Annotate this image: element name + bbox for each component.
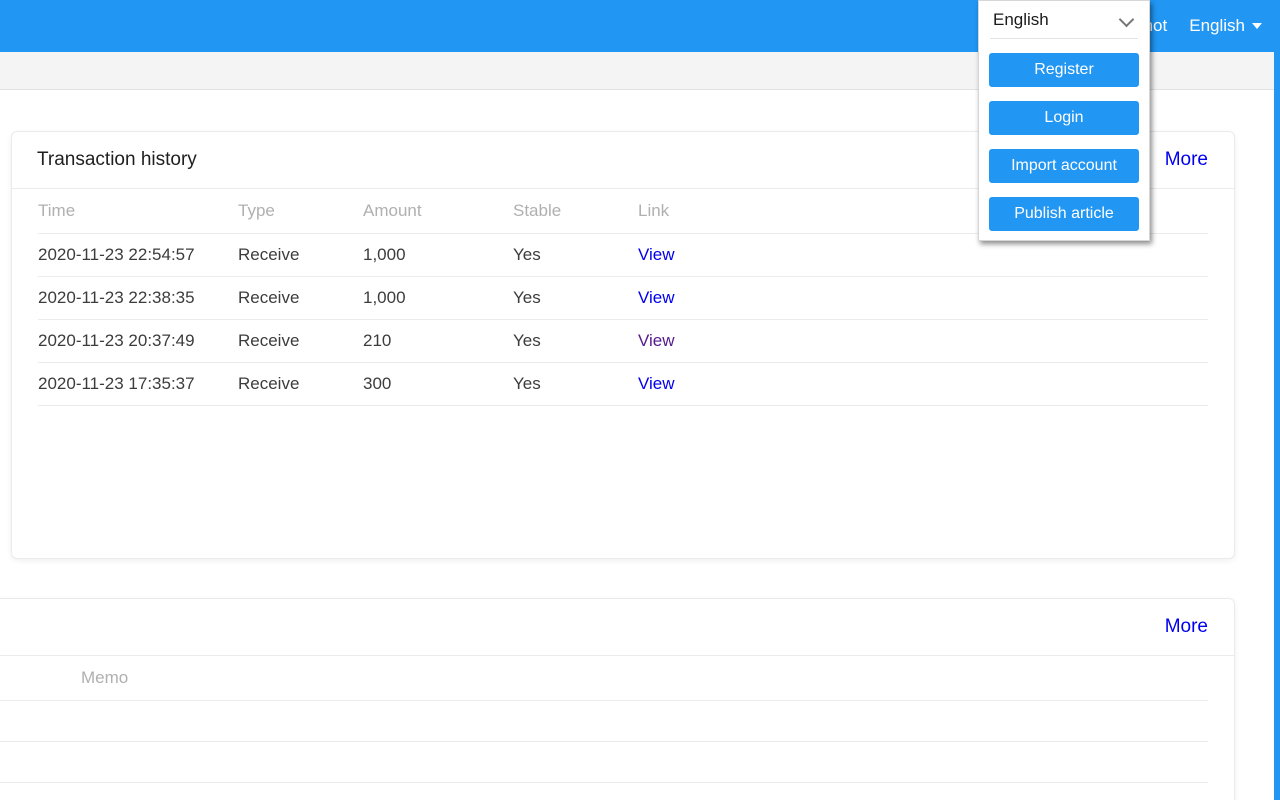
register-button[interactable]: Register <box>989 53 1139 87</box>
cell-stable: Yes <box>513 233 638 277</box>
cell-link: View <box>638 276 763 320</box>
import-account-button[interactable]: Import account <box>989 149 1139 183</box>
caret-down-icon <box>1252 23 1262 29</box>
cell-type: Receive <box>238 233 363 277</box>
column-header-stable: Stable <box>513 189 638 234</box>
language-menu-label: English <box>1189 16 1245 35</box>
publish-article-button[interactable]: Publish article <box>989 197 1139 231</box>
cell-time: 2020-11-23 20:37:49 <box>38 319 238 363</box>
memo-card-header: More <box>0 599 1234 656</box>
cell-time: 2020-11-23 22:54:57 <box>38 233 238 277</box>
view-link[interactable]: View <box>638 245 675 264</box>
table-row <box>0 741 1208 783</box>
memo-table-body <box>0 700 1208 783</box>
cell-amount: 1,000 <box>363 276 513 320</box>
column-header-type: Type <box>238 189 363 234</box>
login-button[interactable]: Login <box>989 101 1139 135</box>
cell-type: Receive <box>238 319 363 363</box>
cell-amount: 210 <box>363 319 513 363</box>
column-header-link: Link <box>638 189 763 234</box>
scrollbar-thumb[interactable] <box>1274 0 1280 800</box>
memo-table-header-row: Memo <box>0 656 1208 701</box>
language-select-wrapper: English <box>990 1 1138 39</box>
account-dropdown-popover: English Register Login Import account Pu… <box>978 0 1150 241</box>
transaction-more-link[interactable]: More <box>1165 149 1208 171</box>
cell-type: Receive <box>238 362 363 406</box>
cell-memo <box>81 741 1208 783</box>
cell-link: View <box>638 362 763 406</box>
cell-amount: 1,000 <box>363 233 513 277</box>
cell-blank <box>0 741 81 783</box>
column-header-amount: Amount <box>363 189 513 234</box>
column-header-blank <box>0 656 81 701</box>
page-title: Transaction history <box>37 149 197 170</box>
cell-blank <box>0 700 81 742</box>
memo-more-link[interactable]: More <box>1165 616 1208 638</box>
language-select[interactable]: English <box>990 1 1138 37</box>
cell-amount: 300 <box>363 362 513 406</box>
cell-memo <box>81 700 1208 742</box>
table-row: 2020-11-23 22:38:35 Receive 1,000 Yes Vi… <box>38 276 1208 320</box>
app-root: donot English Transaction history More <box>0 0 1280 800</box>
cell-type: Receive <box>238 276 363 320</box>
cell-spacer <box>763 319 1208 363</box>
table-row <box>0 700 1208 742</box>
view-link[interactable]: View <box>638 288 675 307</box>
cell-stable: Yes <box>513 276 638 320</box>
language-menu-toggle[interactable]: English <box>1189 16 1262 36</box>
cell-time: 2020-11-23 17:35:37 <box>38 362 238 406</box>
view-link[interactable]: View <box>638 331 675 350</box>
cell-stable: Yes <box>513 362 638 406</box>
cell-link: View <box>638 233 763 277</box>
transaction-table-body: 2020-11-23 22:54:57 Receive 1,000 Yes Vi… <box>38 233 1208 406</box>
column-header-memo: Memo <box>81 656 1208 701</box>
cell-spacer <box>763 362 1208 406</box>
cell-stable: Yes <box>513 319 638 363</box>
cell-link: View <box>638 319 763 363</box>
cell-time: 2020-11-23 22:38:35 <box>38 276 238 320</box>
cell-spacer <box>763 276 1208 320</box>
memo-table: Memo <box>0 656 1208 783</box>
column-header-time: Time <box>38 189 238 234</box>
memo-card: More Memo <box>0 598 1235 800</box>
table-row: 2020-11-23 20:37:49 Receive 210 Yes View <box>38 319 1208 363</box>
vertical-scrollbar[interactable] <box>1268 0 1280 800</box>
table-row: 2020-11-23 17:35:37 Receive 300 Yes View <box>38 362 1208 406</box>
view-link[interactable]: View <box>638 374 675 393</box>
